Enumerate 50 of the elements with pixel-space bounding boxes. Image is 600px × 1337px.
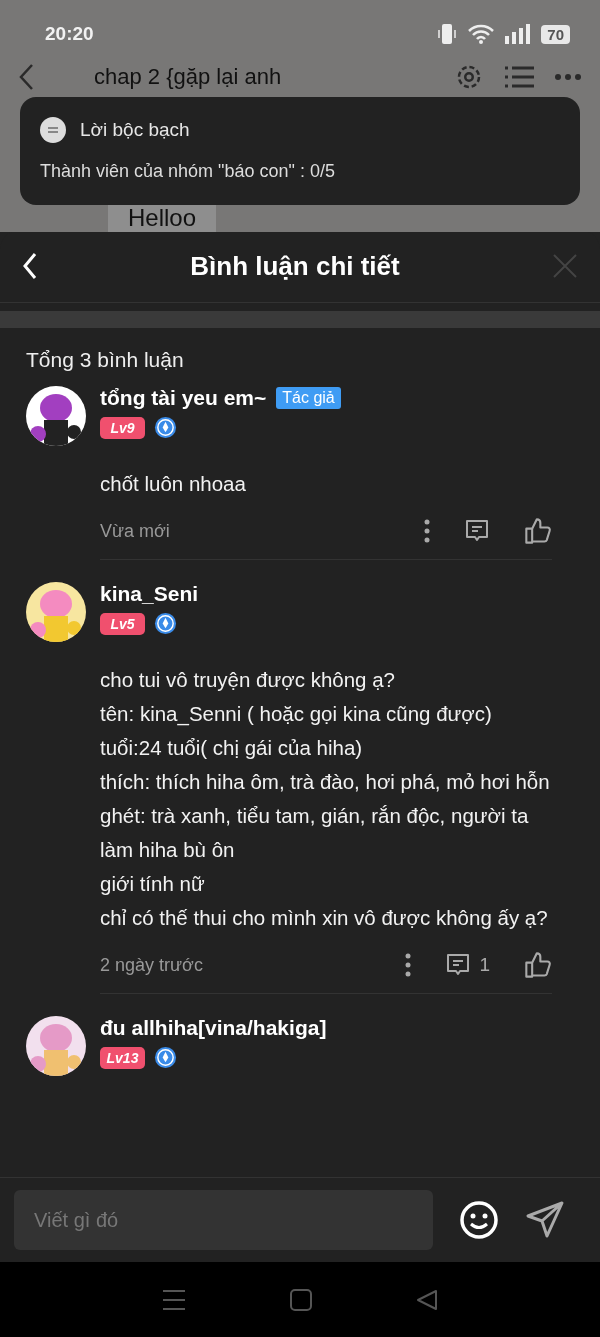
like-button[interactable]: [524, 517, 552, 545]
comment-text: chỉ có thế thui cho mình xin vô được không ấy ạ?: [100, 905, 549, 931]
battery-level: 70: [541, 24, 570, 44]
level-badge: Lv13: [100, 1046, 145, 1069]
user-name: kina_Seni: [100, 582, 199, 606]
medal-icon: [154, 612, 177, 635]
reply-button[interactable]: 1: [445, 952, 490, 978]
vibrate-icon: [437, 23, 458, 45]
page-title: chap 2 {gặp lại anh: [94, 64, 283, 90]
wifi-icon: [467, 23, 496, 45]
thumbs-up-icon: [524, 951, 552, 979]
like-button[interactable]: [524, 951, 552, 979]
toast-title: Lời bộc bạch: [80, 119, 190, 141]
comment-text: chốt luôn nhoaa: [100, 471, 247, 497]
comment-text: cho tui vô truyện được không ạ?: [100, 667, 396, 693]
comment-time: Vừa mới: [100, 520, 171, 542]
comment-icon: [445, 952, 472, 978]
comment-icon: [464, 518, 490, 544]
signal-icon: [505, 24, 532, 44]
emoji-button[interactable]: [459, 1200, 499, 1240]
toast-text: Thành viên của nhóm "báo con" : 0/5: [40, 161, 336, 182]
level-badge: Lv9: [100, 416, 145, 439]
author-tag: Tác giả: [276, 387, 341, 409]
comment-text: tên: kina_Senni ( hoặc gọi kina cũng được): [100, 701, 493, 728]
more-icon: [424, 519, 430, 543]
status-time: 20:20: [45, 23, 94, 45]
comment-text: thích: thích hiha ôm, trà đào, hơi phá, mỏ hơi hỗn: [100, 769, 551, 795]
comment-input[interactable]: Viết gì đó: [14, 1190, 433, 1250]
send-button[interactable]: [525, 1200, 565, 1240]
message-bubble: Helloo: [108, 204, 217, 232]
comment-text: tuổi:24 tuổi( chị gái của hiha): [100, 735, 364, 761]
more-icon[interactable]: [554, 73, 582, 81]
list-icon[interactable]: [504, 64, 534, 90]
menu-icon[interactable]: [162, 1288, 186, 1311]
comment-time: 2 ngày trước: [100, 954, 204, 976]
more-button[interactable]: [424, 519, 430, 543]
user-name: tổng tài yeu em~: [100, 386, 267, 410]
medal-icon: [154, 416, 177, 439]
more-icon: [405, 953, 412, 977]
chat-icon: [40, 117, 66, 143]
home-icon[interactable]: [290, 1288, 312, 1311]
thumbs-up-icon: [524, 517, 552, 545]
comment-text: giới tính nữ: [100, 871, 206, 897]
sheet-title: Bình luận chi tiết: [190, 250, 400, 282]
reply-button[interactable]: [464, 518, 490, 544]
comment-count: Tổng 3 bình luận: [26, 348, 185, 372]
level-badge: Lv5: [100, 612, 145, 635]
more-button[interactable]: [405, 953, 412, 977]
medal-icon: [154, 1046, 177, 1069]
user-name: đu allhiha[vina/hakiga]: [100, 1016, 327, 1040]
